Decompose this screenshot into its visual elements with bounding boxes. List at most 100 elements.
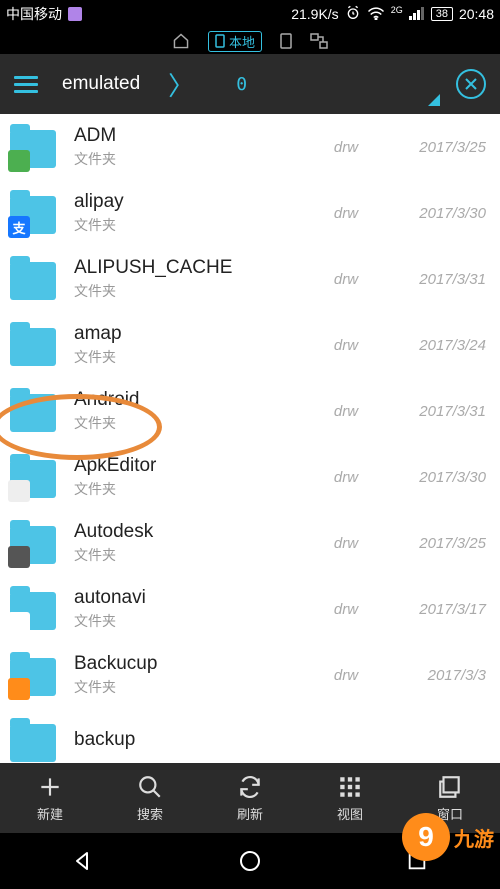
folder-date: 2017/3/25 [376, 139, 486, 156]
nav-back[interactable] [53, 841, 113, 881]
alarm-icon [345, 5, 361, 24]
folder-perm: drw [316, 205, 376, 222]
folder-perm: drw [316, 337, 376, 354]
folder-name: alipay [74, 191, 316, 213]
folder-type: 文件夹 [74, 479, 316, 499]
notif-icon [68, 7, 82, 21]
status-bar: 中国移动 21.9K/s 2G 38 20:48 [0, 0, 500, 28]
folder-row[interactable]: backup [0, 708, 500, 763]
wifi-icon [367, 6, 385, 23]
folder-perm: drw [316, 139, 376, 156]
folder-type: 文件夹 [74, 281, 316, 301]
folder-name: Android [74, 389, 316, 411]
view-label: 视图 [337, 804, 363, 823]
folder-type: 文件夹 [74, 611, 316, 631]
folder-icon [10, 652, 56, 698]
folder-date: 2017/3/31 [376, 403, 486, 420]
folder-type: 文件夹 [74, 545, 316, 565]
search-label: 搜索 [137, 804, 163, 823]
view-button[interactable]: 视图 [300, 763, 400, 833]
folder-type: 文件夹 [74, 677, 316, 697]
chevron-right-icon: 〉 [168, 66, 194, 103]
folder-perm: drw [316, 403, 376, 420]
clock: 20:48 [459, 6, 494, 22]
battery-level: 38 [431, 7, 453, 21]
folder-date: 2017/3/17 [376, 601, 486, 618]
tab-local-label: 本地 [229, 32, 255, 51]
watermark-nine: 9 [402, 813, 450, 861]
folder-name: ApkEditor [74, 455, 316, 477]
new-label: 新建 [37, 804, 63, 823]
watermark-text: 九游 [454, 823, 494, 852]
path-label[interactable]: emulated [62, 73, 140, 95]
app-overlay-icon [8, 150, 30, 172]
nav-home[interactable] [220, 841, 280, 881]
folder-type: 文件夹 [74, 413, 316, 433]
signal-icon [409, 6, 425, 23]
folder-date: 2017/3/3 [376, 667, 486, 684]
watermark-logo: 9 九游 [402, 813, 494, 861]
folder-row[interactable]: ADM 文件夹 drw 2017/3/25 [0, 114, 500, 180]
refresh-label: 刷新 [237, 804, 263, 823]
folder-icon: 支 [10, 190, 56, 236]
app-header: emulated 〉 0 [0, 54, 500, 114]
folder-icon [10, 256, 56, 302]
search-button[interactable]: 搜索 [100, 763, 200, 833]
net-type: 2G [391, 5, 403, 15]
folder-name: ALIPUSH_CACHE [74, 257, 316, 279]
carrier-label: 中国移动 [6, 4, 62, 24]
folder-row[interactable]: amap 文件夹 drw 2017/3/24 [0, 312, 500, 378]
folder-name: ADM [74, 125, 316, 147]
close-icon[interactable] [456, 69, 486, 99]
folder-type: 文件夹 [74, 215, 316, 235]
folder-row[interactable]: Backucup 文件夹 drw 2017/3/3 [0, 642, 500, 708]
folder-icon [10, 718, 56, 763]
app-overlay-icon [8, 612, 30, 634]
net-speed: 21.9K/s [291, 6, 338, 22]
folder-name: Backucup [74, 653, 316, 675]
folder-row[interactable]: Android 文件夹 drw 2017/3/31 [0, 378, 500, 444]
folder-perm: drw [316, 535, 376, 552]
folder-row[interactable]: ApkEditor 文件夹 drw 2017/3/30 [0, 444, 500, 510]
folder-date: 2017/3/30 [376, 205, 486, 222]
new-button[interactable]: 新建 [0, 763, 100, 833]
file-list[interactable]: ADM 文件夹 drw 2017/3/25 支 alipay 文件夹 drw 2… [0, 114, 500, 763]
folder-icon [10, 454, 56, 500]
refresh-button[interactable]: 刷新 [200, 763, 300, 833]
folder-name: Autodesk [74, 521, 316, 543]
folder-row[interactable]: ALIPUSH_CACHE 文件夹 drw 2017/3/31 [0, 246, 500, 312]
folder-icon [10, 520, 56, 566]
folder-icon [10, 388, 56, 434]
folder-date: 2017/3/30 [376, 469, 486, 486]
folder-perm: drw [316, 271, 376, 288]
folder-perm: drw [316, 667, 376, 684]
home-icon[interactable] [172, 33, 190, 49]
folder-date: 2017/3/24 [376, 337, 486, 354]
tab-strip: 本地 [0, 28, 500, 54]
folder-date: 2017/3/31 [376, 271, 486, 288]
sort-indicator-icon[interactable] [428, 94, 440, 106]
tab-local[interactable]: 本地 [208, 31, 262, 52]
app-overlay-icon [8, 480, 30, 502]
app-overlay-icon [8, 678, 30, 700]
menu-icon[interactable] [14, 72, 38, 97]
folder-perm: drw [316, 601, 376, 618]
app-overlay-icon [8, 546, 30, 568]
app-overlay-icon: 支 [8, 216, 30, 238]
network-icon[interactable] [310, 33, 328, 49]
folder-icon [10, 124, 56, 170]
folder-row[interactable]: Autodesk 文件夹 drw 2017/3/25 [0, 510, 500, 576]
folder-icon [10, 322, 56, 368]
folder-name: autonavi [74, 587, 316, 609]
folder-name: backup [74, 729, 316, 751]
folder-name: amap [74, 323, 316, 345]
folder-row[interactable]: 支 alipay 文件夹 drw 2017/3/30 [0, 180, 500, 246]
folder-icon [10, 586, 56, 632]
folder-date: 2017/3/25 [376, 535, 486, 552]
folder-perm: drw [316, 469, 376, 486]
folder-row[interactable]: autonavi 文件夹 drw 2017/3/17 [0, 576, 500, 642]
device-icon[interactable] [280, 33, 292, 49]
item-count: 0 [236, 74, 246, 95]
folder-type: 文件夹 [74, 347, 316, 367]
folder-type: 文件夹 [74, 149, 316, 169]
